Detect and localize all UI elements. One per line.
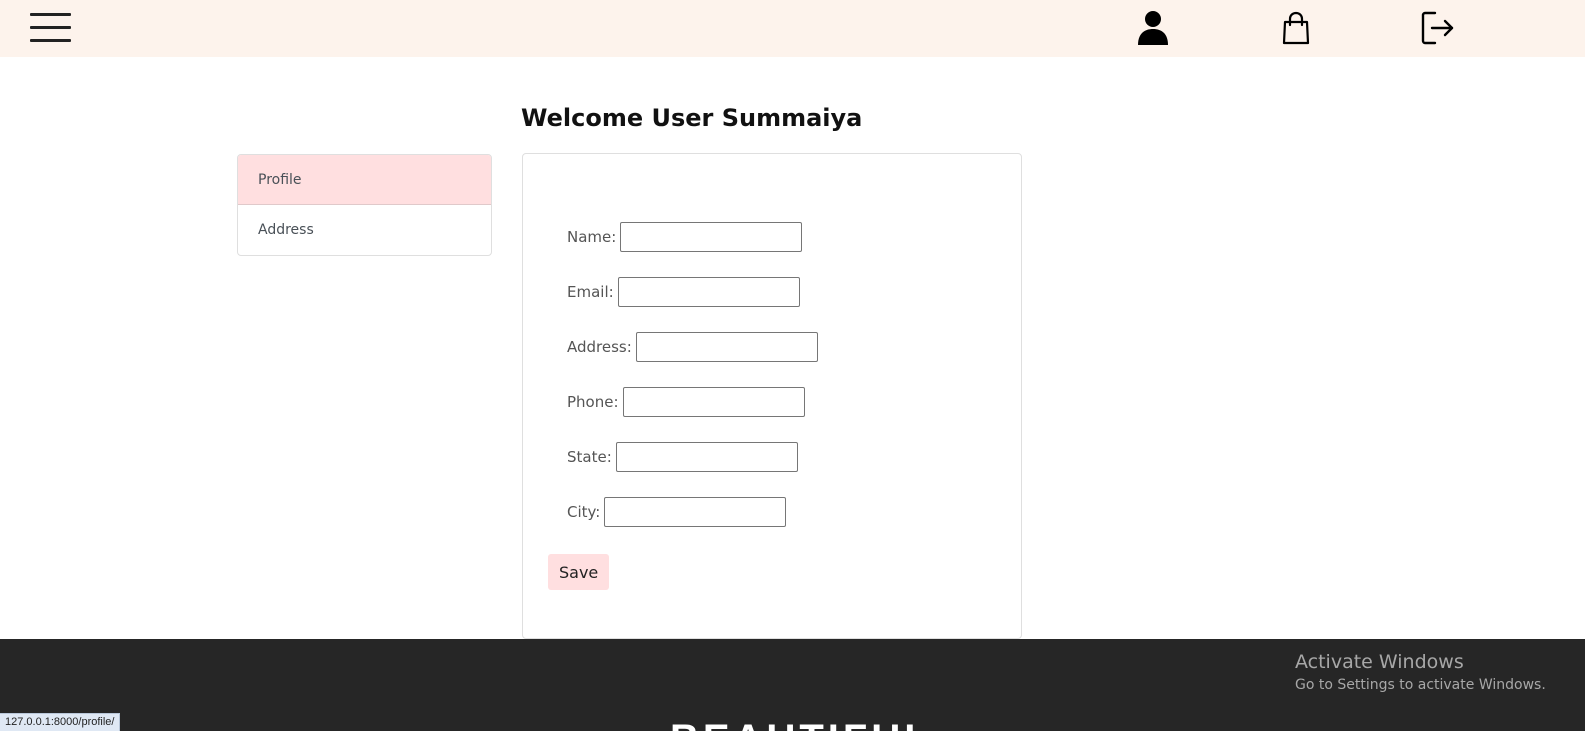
phone-field-row: Phone: (567, 387, 805, 417)
address-input[interactable] (635, 332, 818, 362)
top-navbar (0, 0, 1585, 57)
state-field-row: State: (567, 442, 798, 472)
state-label: State: (567, 448, 612, 466)
page-scrollbar[interactable] (1573, 57, 1585, 639)
email-field-row: Email: (567, 277, 800, 307)
email-label: Email: (567, 283, 614, 301)
status-bar-url: 127.0.0.1:8000/profile/ (0, 713, 121, 731)
phone-input[interactable] (622, 387, 805, 417)
sidebar-item-address[interactable]: Address (238, 205, 491, 255)
footer: BEAUTIFUL (0, 639, 1585, 731)
logout-icon[interactable] (1421, 10, 1455, 46)
email-input[interactable] (617, 277, 800, 307)
shopping-bag-icon[interactable] (1279, 10, 1313, 46)
save-button[interactable]: Save (548, 554, 610, 590)
address-field-row: Address: (567, 332, 818, 362)
name-field-row: Name: (567, 222, 803, 252)
name-input[interactable] (620, 222, 803, 252)
profile-sidebar-menu: Profile Address (237, 154, 492, 256)
footer-brand-logo: BEAUTIFUL (670, 717, 933, 731)
city-input[interactable] (604, 497, 787, 527)
page-title: Welcome User Summaiya (521, 104, 863, 132)
state-input[interactable] (615, 442, 798, 472)
user-icon[interactable] (1136, 10, 1170, 46)
profile-form-card: Name: Email: Address: Phone: State: City… (522, 153, 1022, 639)
name-label: Name: (567, 228, 617, 246)
sidebar-item-label: Profile (258, 172, 302, 188)
city-label: City: (567, 503, 601, 521)
phone-label: Phone: (567, 393, 619, 411)
sidebar-item-label: Address (258, 222, 314, 238)
city-field-row: City: (567, 497, 787, 527)
hamburger-menu-icon[interactable] (30, 13, 71, 42)
sidebar-item-profile[interactable]: Profile (238, 155, 491, 205)
address-label: Address: (567, 338, 632, 356)
